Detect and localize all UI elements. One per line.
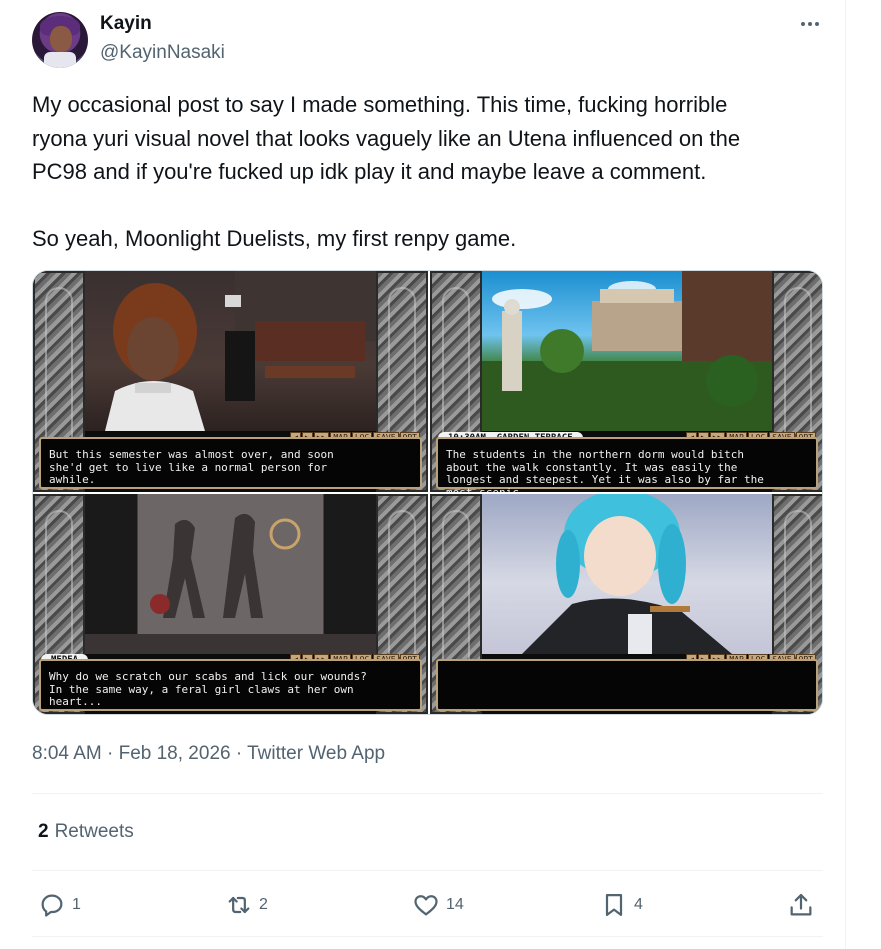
dialogue-box: The students in the northern dorm would … [436, 437, 818, 492]
tweet-card: Kayin @KayinNasaki My occasional post to… [0, 0, 846, 949]
avatar-face [50, 26, 72, 52]
more-options-icon[interactable] [796, 12, 824, 36]
media-image-3[interactable]: MEDEA ◀ ▶ ▶▶ MAP LOG SAVE OPT Why do we … [33, 494, 428, 714]
divider [32, 870, 823, 871]
media-image-2[interactable]: 10:30AM, GARDEN TERRACE ◀ ▶ ▶▶ MAP LOG S… [430, 271, 822, 492]
scene-garden-terrace [482, 271, 772, 431]
retweet-icon [228, 896, 250, 914]
share-button[interactable] [787, 889, 815, 921]
avatar-collar [44, 52, 76, 68]
media-grid: ◀ ▶ ▶▶ MAP LOG SAVE OPT But this semeste… [32, 270, 823, 715]
reply-button[interactable]: 1 [38, 889, 81, 921]
scene-garden-art [482, 271, 772, 431]
author-handle[interactable]: @KayinNasaki [100, 42, 225, 64]
divider [32, 936, 823, 937]
like-count: 14 [446, 896, 464, 913]
reply-icon [41, 894, 63, 917]
dialogue-box: But this semester was almost over, and s… [39, 437, 422, 489]
like-button[interactable]: 14 [412, 889, 464, 921]
retweet-stats-label: Retweets [54, 821, 134, 842]
tweet-timestamp[interactable]: 8:04 AM · Feb 18, 2026 · Twitter Web App [32, 743, 385, 765]
scene-girl-art [522, 494, 732, 654]
tweet-text: My occasional post to say I made somethi… [32, 92, 741, 251]
share-icon [790, 893, 812, 916]
dialogue-box [436, 659, 818, 711]
scene-silhouettes-art [85, 513, 376, 654]
bookmark-button[interactable]: 4 [600, 889, 643, 921]
retweet-button[interactable]: 2 [225, 889, 268, 921]
retweet-stats-count: 2 [38, 821, 49, 842]
avatar[interactable] [32, 12, 88, 68]
retweet-count: 2 [259, 896, 268, 913]
bookmark-icon [605, 893, 623, 917]
scene-blue-hair-girl [482, 494, 772, 654]
media-image-1[interactable]: ◀ ▶ ▶▶ MAP LOG SAVE OPT But this semeste… [33, 271, 428, 492]
scene-dorm-room [85, 271, 376, 431]
retweet-stats[interactable]: 2 Retweets [38, 821, 134, 843]
scene-silhouettes [85, 494, 376, 654]
reply-count: 1 [72, 896, 81, 913]
author-display-name[interactable]: Kayin [100, 13, 152, 35]
media-image-4[interactable]: ◀ ▶ ▶▶ MAP LOG SAVE OPT [430, 494, 822, 714]
divider [32, 793, 823, 794]
scene-dorm-art [105, 271, 376, 431]
dialogue-box: Why do we scratch our scabs and lick our… [39, 659, 422, 711]
bookmark-count: 4 [634, 896, 643, 913]
heart-icon [414, 895, 438, 916]
